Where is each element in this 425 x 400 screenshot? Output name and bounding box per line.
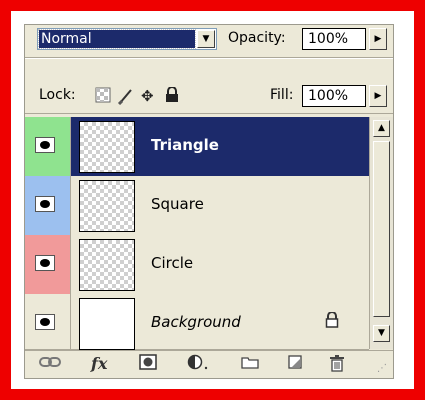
fill-slider-button[interactable]: ▶: [369, 85, 387, 107]
add-mask-icon[interactable]: [139, 354, 157, 375]
scrollbar-thumb[interactable]: [373, 141, 390, 317]
eye-icon[interactable]: [35, 137, 55, 153]
divider: [25, 113, 393, 114]
scroll-up-button[interactable]: ▲: [373, 120, 390, 137]
layer-name: Circle: [151, 254, 194, 272]
layer-style-fx-icon[interactable]: fx: [91, 354, 107, 374]
layer-visibility-cell[interactable]: [25, 117, 71, 176]
lock-position-icon[interactable]: ✥: [141, 87, 154, 105]
lock-image-pixels-icon[interactable]: [117, 87, 135, 109]
scroll-down-button[interactable]: ▼: [373, 325, 390, 342]
new-layer-icon[interactable]: [287, 354, 303, 375]
layer-visibility-cell[interactable]: [25, 294, 71, 349]
link-layers-icon[interactable]: [39, 354, 61, 374]
layer-name: Triangle: [151, 136, 219, 154]
layers-panel: Normal ▼ Opacity: 100% ▶ Lock: ✥ Fill: 1…: [24, 24, 394, 379]
lock-all-icon[interactable]: [165, 86, 179, 107]
eye-icon[interactable]: [35, 255, 55, 271]
eye-icon[interactable]: [35, 314, 55, 330]
lock-label: Lock:: [39, 87, 76, 103]
blend-mode-select[interactable]: Normal ▼: [37, 28, 217, 50]
layer-row-triangle[interactable]: Triangle: [25, 117, 369, 177]
lock-icon: [325, 311, 339, 332]
trash-icon[interactable]: [329, 354, 345, 377]
eye-icon[interactable]: [35, 196, 55, 212]
blend-mode-value: Normal: [38, 29, 196, 49]
layer-thumbnail: [79, 121, 135, 173]
layer-thumbnail: [79, 298, 135, 350]
divider-highlight: [25, 58, 393, 59]
layer-name: Background: [151, 313, 241, 331]
adjustment-layer-icon[interactable]: [187, 354, 209, 375]
layer-row-circle[interactable]: Circle: [25, 235, 369, 295]
layer-thumbnail: [79, 180, 135, 232]
layer-row-square[interactable]: Square: [25, 176, 369, 236]
new-group-icon[interactable]: [241, 354, 259, 374]
layer-row-background[interactable]: Background: [25, 294, 369, 350]
opacity-label: Opacity:: [228, 30, 286, 46]
layer-visibility-cell[interactable]: [25, 235, 71, 294]
opacity-input[interactable]: 100%: [302, 28, 366, 50]
resize-grip-icon[interactable]: ⋰: [377, 359, 387, 378]
opacity-slider-button[interactable]: ▶: [369, 28, 387, 50]
lock-transparent-pixels-icon[interactable]: [95, 87, 111, 107]
layers-toolbar: fx ⋰: [25, 351, 393, 378]
layers-list: Triangle Square Circle Background: [25, 117, 369, 350]
layer-name: Square: [151, 195, 204, 213]
layers-scrollbar[interactable]: ▲ ▼: [369, 117, 393, 349]
chevron-down-icon[interactable]: ▼: [197, 30, 215, 48]
fill-input[interactable]: 100%: [302, 85, 366, 107]
fill-label: Fill:: [270, 87, 294, 103]
layer-visibility-cell[interactable]: [25, 176, 71, 235]
layer-thumbnail: [79, 239, 135, 291]
